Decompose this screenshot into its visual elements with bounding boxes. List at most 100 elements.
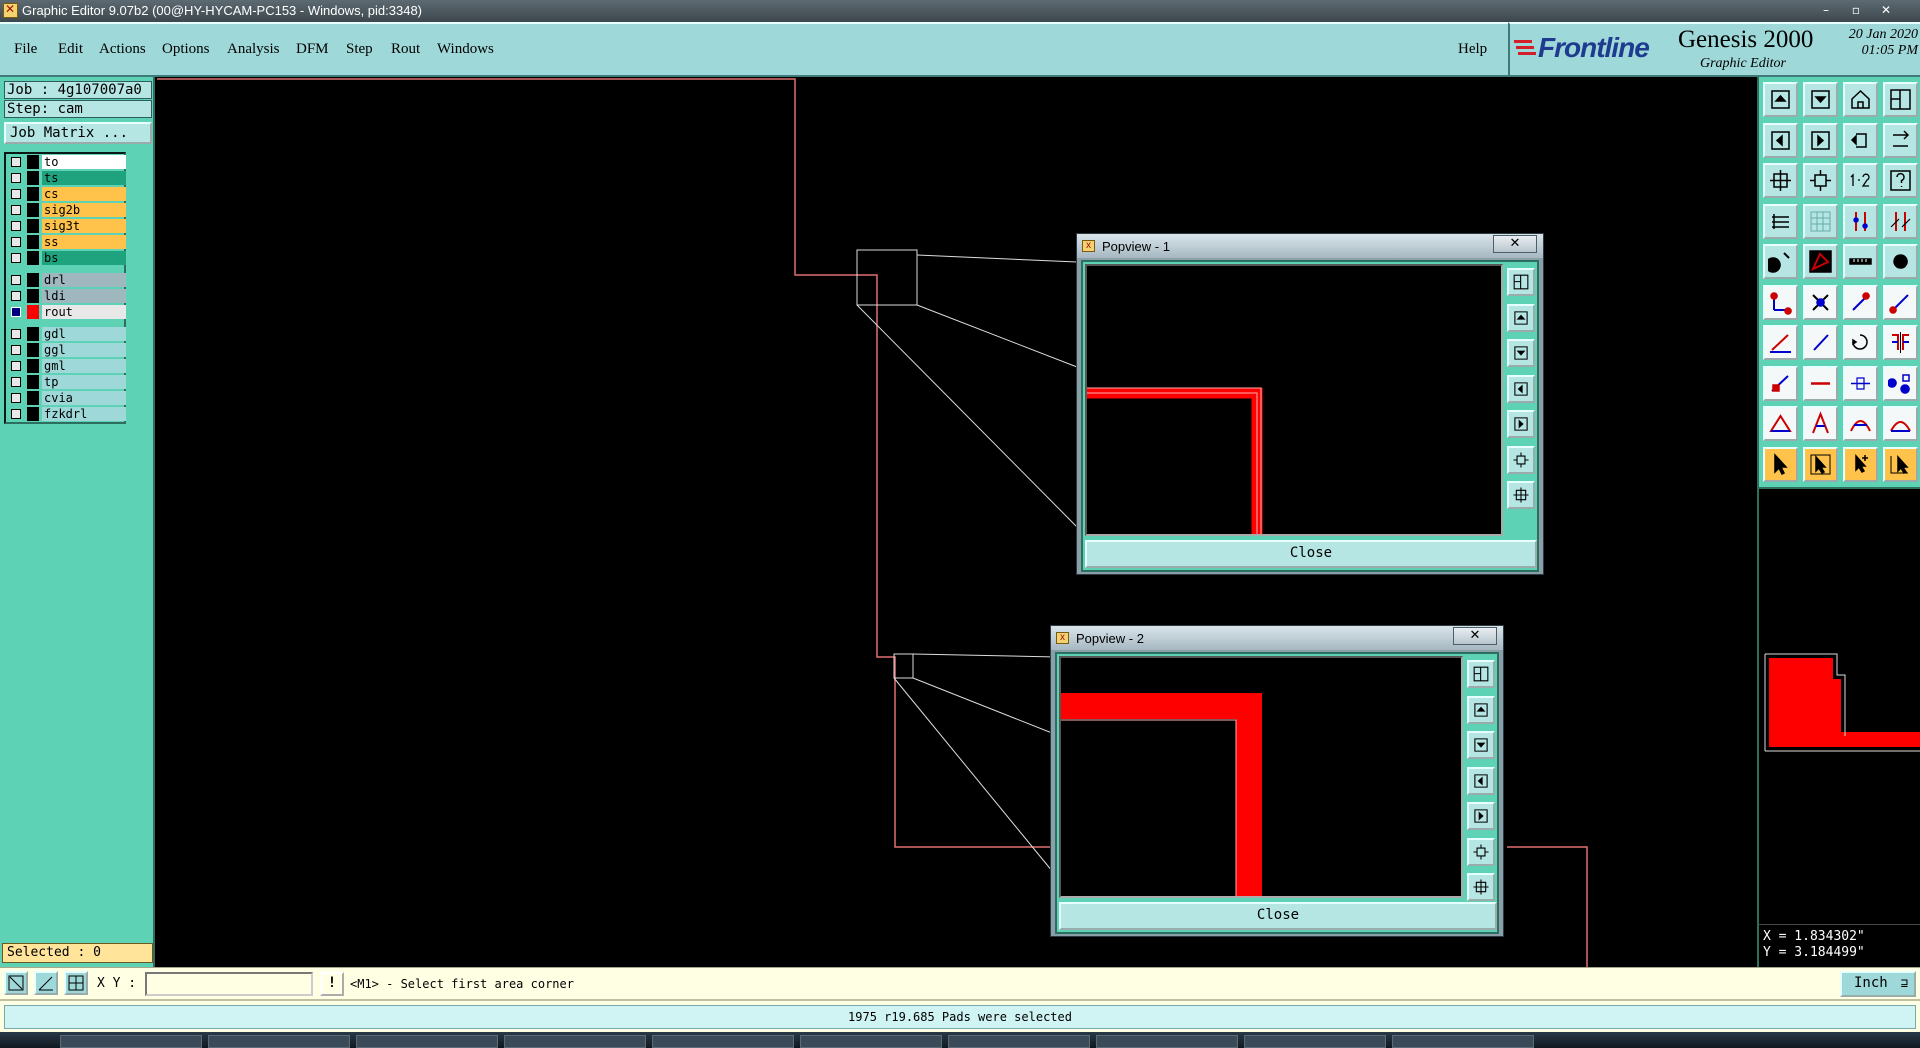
tool-pointer-route-button[interactable] <box>1883 446 1918 482</box>
layer-checkbox[interactable] <box>11 291 21 301</box>
layer-row[interactable]: sig3t <box>6 218 126 234</box>
popview-page-left-button[interactable] <box>1467 766 1495 795</box>
layer-row[interactable]: ldi <box>6 288 126 304</box>
layer-row[interactable]: sig2b <box>6 202 126 218</box>
popview-page-left-button[interactable] <box>1507 374 1535 403</box>
popview-2-close-icon[interactable]: ✕ <box>1453 627 1497 645</box>
menu-step[interactable]: Step <box>346 41 373 58</box>
xy-input[interactable] <box>145 972 313 996</box>
maximize-icon[interactable]: ▫ <box>1846 3 1866 18</box>
layer-checkbox[interactable] <box>11 237 21 247</box>
menu-options[interactable]: Options <box>162 41 210 58</box>
layer-name[interactable]: gdl <box>42 327 126 341</box>
taskbar-item[interactable] <box>208 1035 350 1048</box>
taskbar-item[interactable] <box>504 1035 646 1048</box>
tool-scale-button[interactable] <box>1843 163 1878 198</box>
layer-color-swatch[interactable] <box>27 203 39 217</box>
tool-measure-button[interactable] <box>1843 244 1878 279</box>
layer-color-swatch[interactable] <box>27 407 39 421</box>
layer-row[interactable]: bs <box>6 250 126 266</box>
layer-name[interactable]: ggl <box>42 343 126 357</box>
layer-name[interactable]: sig2b <box>42 203 126 217</box>
layer-row[interactable]: ts <box>6 170 126 186</box>
tool-dot-button[interactable] <box>1883 244 1918 279</box>
layer-color-swatch[interactable] <box>27 251 39 265</box>
popview-page-down-button[interactable] <box>1467 731 1495 759</box>
layer-checkbox[interactable] <box>11 157 21 167</box>
tool-mirror-button[interactable] <box>1883 325 1918 360</box>
taskbar-item[interactable] <box>800 1035 942 1048</box>
menu-windows[interactable]: Windows <box>437 41 494 58</box>
layer-color-swatch[interactable] <box>27 305 39 319</box>
tool-layer-up-button[interactable] <box>1843 203 1878 239</box>
menu-actions[interactable]: Actions <box>99 41 146 58</box>
layer-row[interactable]: ss <box>6 234 126 250</box>
layer-name[interactable]: tp <box>42 375 126 389</box>
layer-checkbox[interactable] <box>11 253 21 263</box>
popview-page-right-button[interactable] <box>1507 410 1535 438</box>
popview-page-up-button[interactable] <box>1467 695 1495 724</box>
layer-color-swatch[interactable] <box>27 273 39 287</box>
layer-name[interactable]: cvia <box>42 391 126 405</box>
layer-row[interactable]: rout <box>6 304 126 320</box>
popview-1-close-icon[interactable]: ✕ <box>1493 235 1537 253</box>
taskbar-item[interactable] <box>1244 1035 1386 1048</box>
layer-checkbox[interactable] <box>11 361 21 371</box>
tool-triangle-alt-button[interactable] <box>1803 406 1838 441</box>
taskbar-item[interactable] <box>356 1035 498 1048</box>
popview-1-window[interactable]: x Popview - 1 ✕ Close <box>1076 233 1544 575</box>
layer-checkbox[interactable] <box>11 275 21 285</box>
minimize-icon[interactable]: – <box>1816 3 1836 18</box>
popview-2-viewport[interactable] <box>1059 656 1463 898</box>
snap-mode-button[interactable] <box>4 971 28 995</box>
layer-checkbox[interactable] <box>11 329 21 339</box>
popview-split-button[interactable] <box>1467 660 1495 688</box>
layer-color-swatch[interactable] <box>27 155 39 169</box>
tool-redo-button[interactable] <box>1883 122 1918 158</box>
layer-name[interactable]: fzkdrl <box>42 407 126 421</box>
menu-help[interactable]: Help <box>1458 41 1487 58</box>
popview-2-titlebar[interactable]: x Popview - 2 <box>1051 626 1503 650</box>
tool-page-down-button[interactable] <box>1803 82 1838 117</box>
tool-fit-button[interactable] <box>1763 163 1798 198</box>
tool-triangle-button[interactable] <box>1763 406 1798 441</box>
layer-checkbox[interactable] <box>11 377 21 387</box>
popview-zoom-fit-button[interactable] <box>1507 445 1535 474</box>
units-selector[interactable]: Inch ⊒ <box>1840 971 1916 997</box>
tool-line-button[interactable] <box>1843 284 1878 320</box>
popview-split-button[interactable] <box>1507 268 1535 296</box>
exclamation-button[interactable]: ! <box>320 972 344 996</box>
tool-split-button[interactable] <box>1883 82 1918 117</box>
layer-name[interactable]: bs <box>42 251 126 265</box>
layer-color-swatch[interactable] <box>27 375 39 389</box>
tool-layer-down-button[interactable] <box>1883 203 1918 239</box>
tool-stretch-button[interactable] <box>1843 365 1878 401</box>
tool-net-button[interactable] <box>1763 284 1798 320</box>
menu-edit[interactable]: Edit <box>58 41 83 58</box>
tool-home-button[interactable] <box>1843 82 1878 117</box>
job-matrix-button[interactable]: Job Matrix ... <box>4 122 152 144</box>
layer-row[interactable]: gml <box>6 358 126 374</box>
layer-color-swatch[interactable] <box>27 235 39 249</box>
layer-name[interactable]: drl <box>42 273 126 287</box>
tool-pointer-button[interactable] <box>1763 446 1798 482</box>
menu-rout[interactable]: Rout <box>391 41 420 58</box>
taskbar-item[interactable] <box>652 1035 794 1048</box>
tool-grid-button[interactable] <box>1803 203 1838 239</box>
layer-color-swatch[interactable] <box>27 391 39 405</box>
tool-slash-button[interactable] <box>1803 325 1838 360</box>
layer-checkbox[interactable] <box>11 393 21 403</box>
popview-1-titlebar[interactable]: x Popview - 1 <box>1077 234 1543 258</box>
layer-color-swatch[interactable] <box>27 171 39 185</box>
layer-checkbox[interactable] <box>11 345 21 355</box>
layer-row[interactable]: gdl <box>6 326 126 342</box>
grid-mode-button[interactable] <box>64 971 88 995</box>
popview-2-window[interactable]: x Popview - 2 ✕ Close <box>1050 625 1504 937</box>
layer-name[interactable]: cs <box>42 187 126 201</box>
menu-file[interactable]: File <box>14 41 37 58</box>
layer-row[interactable]: to <box>6 154 126 170</box>
tool-snap-button[interactable] <box>1763 203 1798 239</box>
layer-checkbox[interactable] <box>11 409 21 419</box>
tool-cross-button[interactable] <box>1803 284 1838 320</box>
tool-copy-button[interactable] <box>1883 365 1918 401</box>
